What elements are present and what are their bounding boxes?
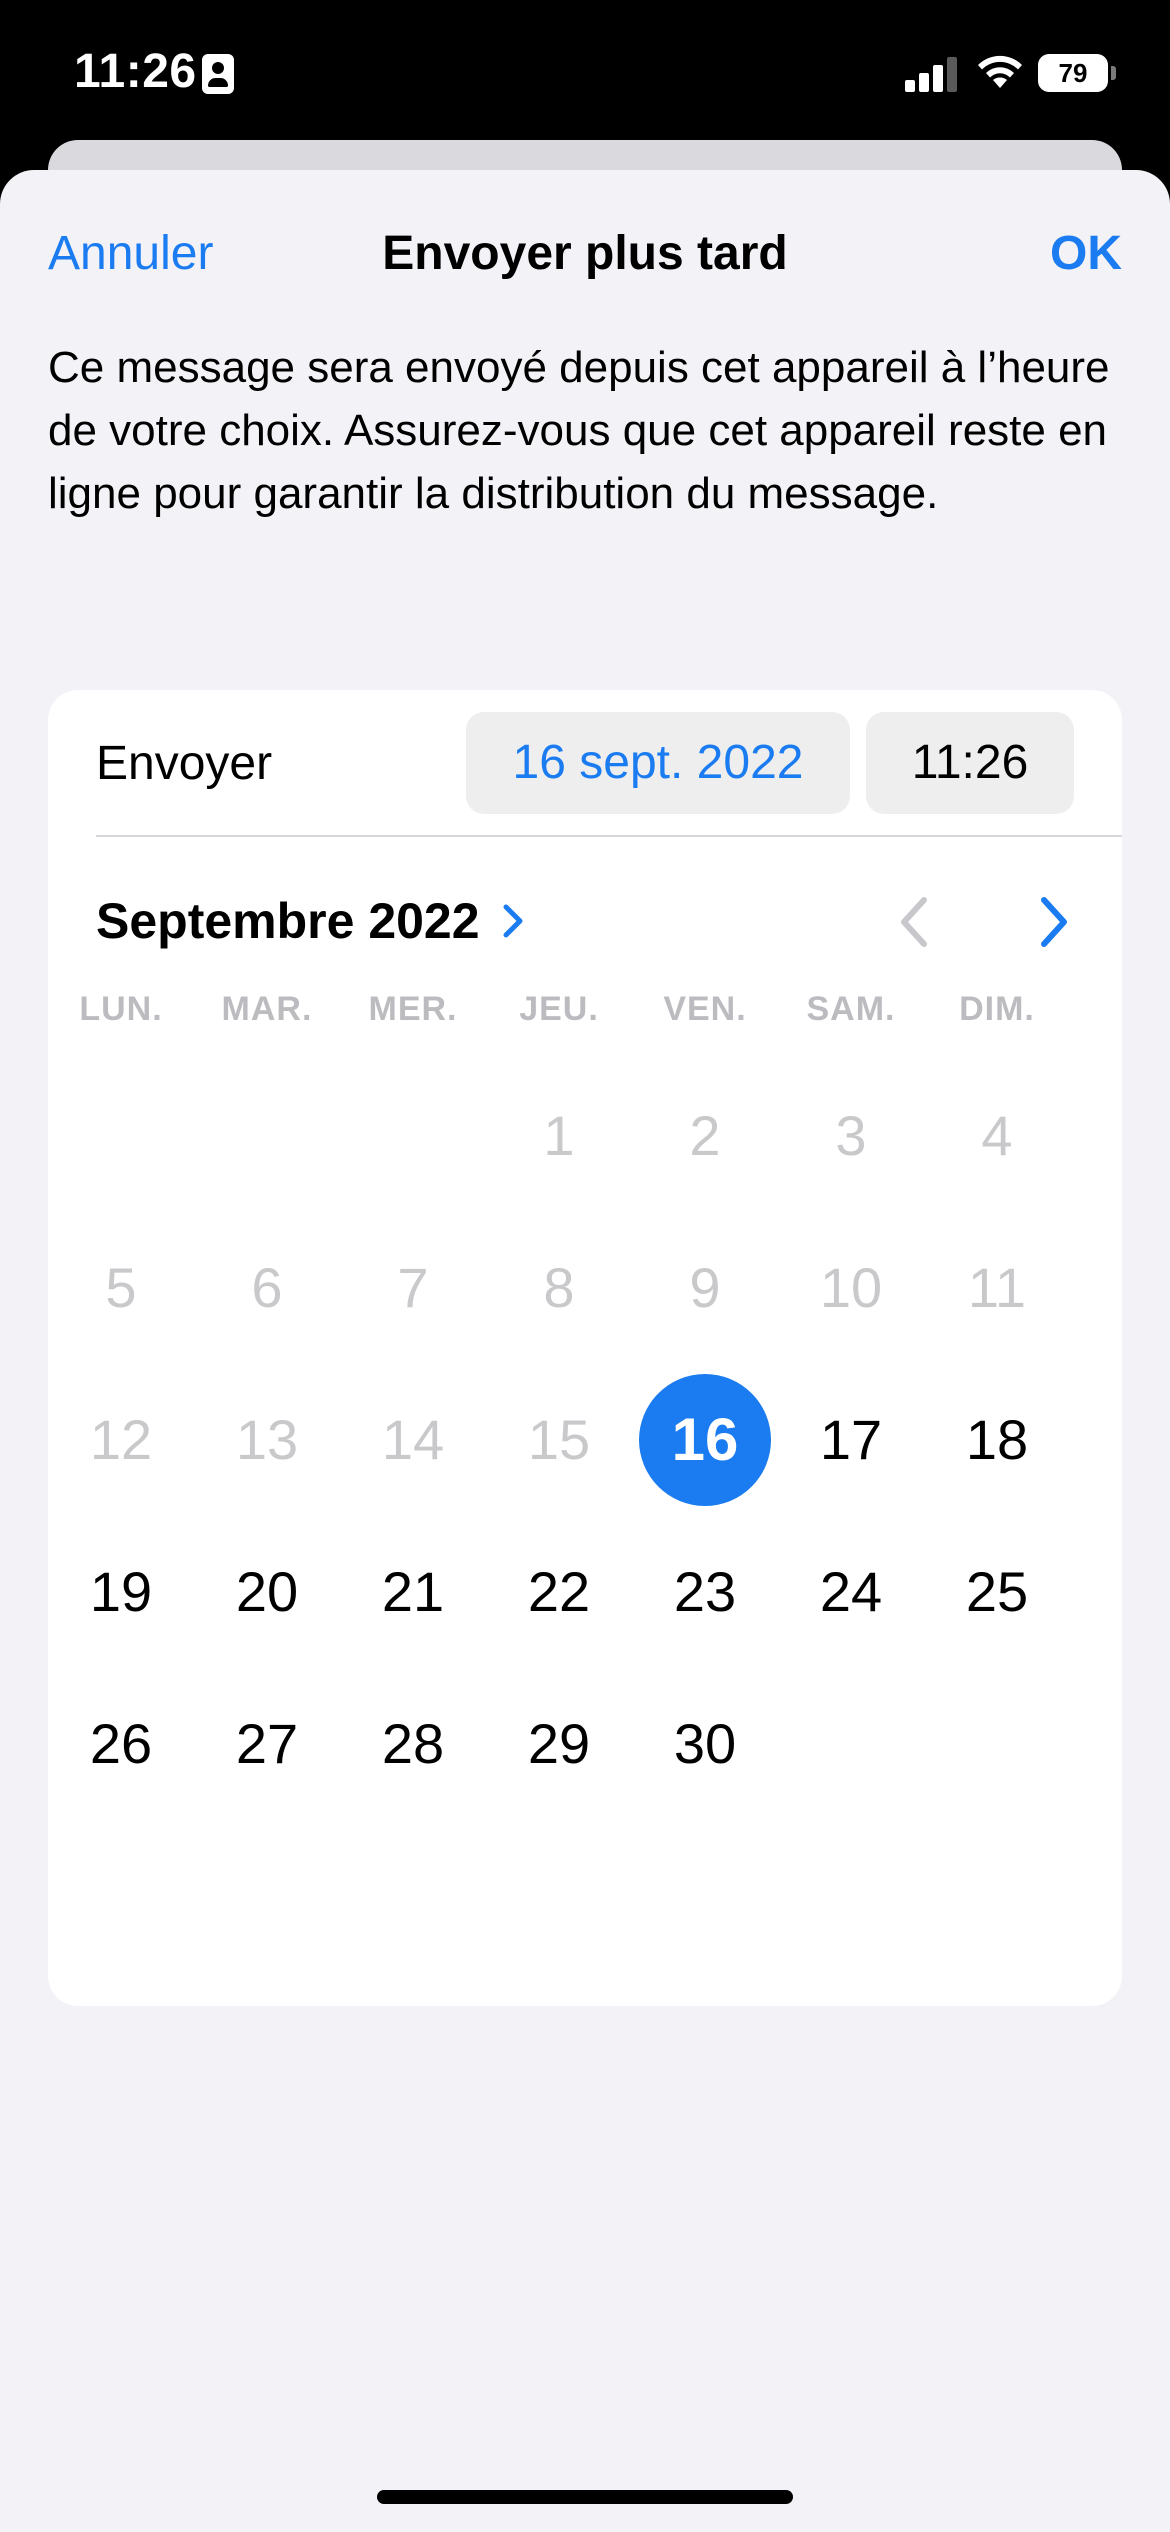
calendar-day[interactable]: 30 — [639, 1678, 771, 1810]
schedule-card: Envoyer 16 sept. 2022 11:26 Septembre 20… — [48, 690, 1122, 2006]
next-month-button[interactable] — [1024, 890, 1080, 954]
calendar-day[interactable]: 19 — [55, 1526, 187, 1658]
calendar-day[interactable]: 23 — [639, 1526, 771, 1658]
weekday-label: MAR. — [221, 990, 313, 1028]
send-row: Envoyer 16 sept. 2022 11:26 — [48, 690, 1122, 836]
description-text: Ce message sera envoyé depuis cet appare… — [48, 343, 1110, 518]
calendar-day[interactable]: 27 — [201, 1678, 333, 1810]
date-picker-button[interactable]: 16 sept. 2022 — [466, 712, 850, 814]
ok-button[interactable]: OK — [1050, 226, 1122, 281]
battery-icon: 79 — [1038, 54, 1108, 92]
calendar-day: 2 — [639, 1070, 771, 1202]
calendar-day[interactable]: 18 — [931, 1374, 1063, 1506]
weekday-label: VEN. — [663, 990, 747, 1028]
previous-month-button[interactable] — [888, 890, 944, 954]
weekday-label: JEU. — [519, 990, 599, 1028]
calendar-day: 6 — [201, 1222, 333, 1354]
calendar-day[interactable]: 29 — [493, 1678, 625, 1810]
chevron-right-icon — [503, 904, 523, 938]
calendar-day[interactable]: 25 — [931, 1526, 1063, 1658]
calendar-day: 3 — [785, 1070, 917, 1202]
sheet-title: Envoyer plus tard — [382, 227, 788, 280]
calendar-day[interactable]: 21 — [347, 1526, 479, 1658]
calendar-day[interactable]: 17 — [785, 1374, 917, 1506]
calendar-day: 1 — [493, 1070, 625, 1202]
weekday-label: LUN. — [79, 990, 163, 1028]
calendar-day: 12 — [55, 1374, 187, 1506]
weekday-header: LUN. MAR. MER. JEU. VEN. SAM. DIM. — [48, 990, 1122, 1040]
calendar-days-grid: 1 2 3 4 5 6 7 8 9 10 11 12 13 14 15 16 17 18 19 20 21 22 23 24 2… — [48, 1070, 1122, 1850]
cellular-signal-icon — [905, 56, 957, 92]
calendar-day[interactable]: 26 — [55, 1678, 187, 1810]
month-label: Septembre 2022 — [96, 893, 480, 949]
time-picker-button[interactable]: 11:26 — [866, 712, 1074, 814]
calendar-day: 14 — [347, 1374, 479, 1506]
weekday-label: SAM. — [806, 990, 896, 1028]
calendar-day[interactable]: 22 — [493, 1526, 625, 1658]
calendar-day: 5 — [55, 1222, 187, 1354]
calendar-day[interactable]: 28 — [347, 1678, 479, 1810]
status-bar: 11:26 79 — [0, 0, 1170, 150]
month-year-selector[interactable]: Septembre 2022 — [96, 886, 528, 956]
send-later-sheet: Annuler Envoyer plus tard OK Ce message … — [0, 170, 1170, 2532]
status-time: 11:26 — [74, 45, 197, 98]
calendar-day: 4 — [931, 1070, 1063, 1202]
calendar-day-selected[interactable]: 16 — [639, 1374, 771, 1506]
wifi-icon — [978, 55, 1022, 88]
calendar-day: 11 — [931, 1222, 1063, 1354]
calendar-day: 15 — [493, 1374, 625, 1506]
calendar-day: 8 — [493, 1222, 625, 1354]
calendar-day[interactable]: 24 — [785, 1526, 917, 1658]
calendar-day: 13 — [201, 1374, 333, 1506]
calendar-day[interactable]: 20 — [201, 1526, 333, 1658]
contact-card-icon — [202, 54, 234, 94]
divider — [96, 835, 1122, 837]
calendar-day: 9 — [639, 1222, 771, 1354]
weekday-label: DIM. — [959, 990, 1035, 1028]
calendar-day: 7 — [347, 1222, 479, 1354]
calendar-day: 10 — [785, 1222, 917, 1354]
weekday-label: MER. — [368, 990, 458, 1028]
home-indicator[interactable] — [377, 2490, 793, 2504]
send-label: Envoyer — [96, 737, 273, 790]
battery-tip — [1111, 66, 1116, 80]
